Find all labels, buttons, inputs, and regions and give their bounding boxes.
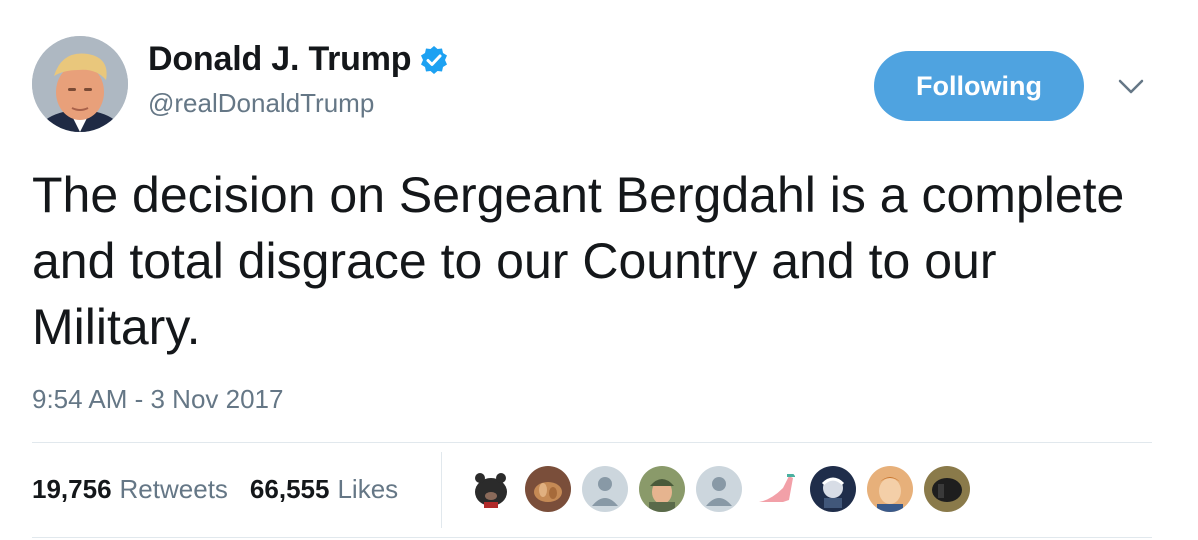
divider [32, 442, 1152, 443]
tweet-stats: 19,756 Retweets 66,555 Likes [32, 474, 420, 505]
person-avatar[interactable] [867, 466, 913, 512]
divider [32, 537, 1152, 538]
author-handle[interactable]: @realDonaldTrump [148, 88, 374, 119]
bear-avatar[interactable] [468, 466, 514, 512]
retweets-label: Retweets [119, 474, 228, 504]
person-cap-avatar[interactable] [639, 466, 685, 512]
dark-object-avatar[interactable] [924, 466, 970, 512]
following-button[interactable]: Following [874, 51, 1084, 121]
likes-count: 66,555 [249, 474, 330, 504]
tweet-text: The decision on Sergeant Bergdahl is a c… [32, 167, 1125, 355]
default-avatar[interactable] [582, 466, 628, 512]
author-avatar[interactable] [32, 36, 128, 132]
high-heel-avatar[interactable] [753, 466, 799, 512]
likes-label: Likes [337, 474, 399, 504]
likes-stat[interactable]: 66,555 Likes [250, 474, 398, 505]
retweets-stat[interactable]: 19,756 Retweets [32, 474, 228, 505]
author-name-row[interactable]: Donald J. Trump [148, 40, 449, 79]
likers-list [468, 466, 981, 512]
author-display-name[interactable]: Donald J. Trump [148, 40, 412, 79]
food-photo-avatar[interactable] [525, 466, 571, 512]
chevron-down-icon[interactable] [1116, 76, 1146, 98]
retweets-count: 19,756 [32, 474, 112, 504]
default-avatar[interactable] [696, 466, 742, 512]
vertical-divider [441, 452, 442, 528]
verified-badge-icon [419, 45, 449, 75]
illustration-avatar[interactable] [810, 466, 856, 512]
tweet-timestamp[interactable]: 9:54 AM - 3 Nov 2017 [32, 384, 283, 415]
